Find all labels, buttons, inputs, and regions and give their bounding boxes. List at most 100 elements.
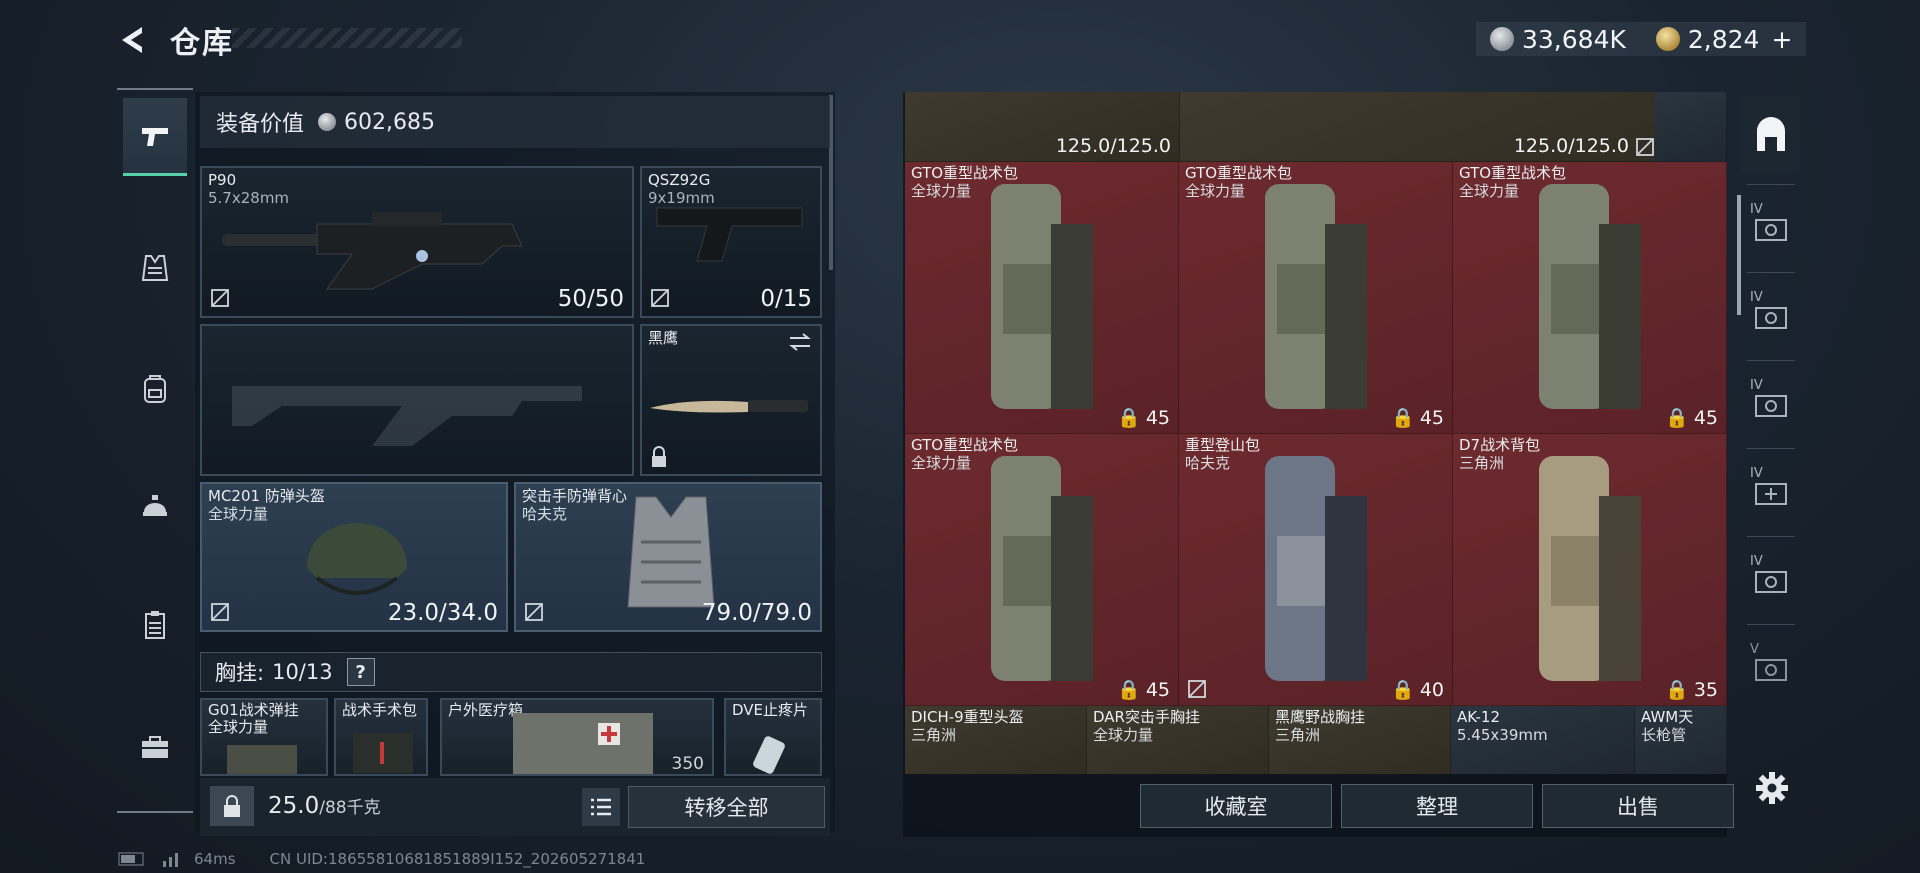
nav-divider	[117, 88, 193, 90]
no-insurance-icon	[211, 603, 229, 621]
storage-item[interactable]: DAR突击手胸挂 全球力量	[1087, 706, 1269, 774]
list-view-button[interactable]	[582, 788, 620, 826]
tab-level: IV	[1750, 378, 1763, 393]
tab-level: IV	[1750, 554, 1763, 569]
helmet-slot[interactable]: MC201 防弹头盔 全球力量 23.0/34.0	[200, 482, 508, 632]
weight-value: 25.0	[268, 793, 320, 819]
melee-slot[interactable]: 黑鹰	[640, 324, 822, 476]
backpack-image	[1265, 456, 1367, 681]
chest-item-slot[interactable]: 户外医疗箱 350	[440, 698, 714, 776]
storage-item[interactable]: GTO重型战术包 全球力量 🔒 45	[905, 434, 1179, 706]
nav-toolbox[interactable]	[123, 708, 187, 786]
item-faction: 全球力量	[911, 454, 972, 472]
ammo-count: 50/50	[557, 286, 624, 312]
nav-divider	[117, 811, 193, 813]
transfer-all-button[interactable]: 转移全部	[628, 786, 825, 828]
primary-weapon-slot[interactable]: P90 5.7x28mm 50/50	[200, 166, 634, 318]
chest-item-slot[interactable]: G01战术弹挂 全球力量	[200, 698, 328, 776]
chest-item-slot[interactable]: 战术手术包	[334, 698, 428, 776]
no-insurance-icon	[211, 289, 229, 307]
armor-name: 突击手防弹背心	[522, 487, 628, 505]
storage-item[interactable]: AK-12 5.45x39mm	[1451, 706, 1635, 774]
collection-room-button[interactable]: 收藏室	[1140, 784, 1332, 828]
nav-weapons[interactable]	[123, 98, 187, 176]
ping: 64ms	[194, 850, 236, 868]
storage-scrollbar[interactable]	[1737, 195, 1741, 315]
page-title: 仓库	[170, 26, 234, 61]
tab-level: IV	[1750, 466, 1763, 481]
weight-lock-icon: 🔒	[1391, 679, 1415, 701]
left-category-nav	[115, 88, 195, 813]
item-name: D7战术背包	[1459, 436, 1541, 454]
organize-button[interactable]: 整理	[1341, 784, 1533, 828]
item-faction: 三角洲	[1459, 454, 1505, 472]
storage-item[interactable]: GTO重型战术包 全球力量 🔒 45	[905, 162, 1179, 434]
storage-item[interactable]: GTO重型战术包 全球力量 🔒 45	[1179, 162, 1453, 434]
item-name: G01战术弹挂	[208, 701, 299, 719]
tab-storage-5[interactable]: IV	[1742, 540, 1800, 618]
help-button[interactable]: ?	[346, 658, 375, 686]
sell-button[interactable]: 出售	[1542, 784, 1734, 828]
storage-item[interactable]: AWM天 长枪管	[1635, 706, 1727, 774]
weight-lock-icon: 🔒	[1391, 407, 1415, 429]
chest-rig-bar: 胸挂: 10/13 ?	[200, 652, 822, 692]
storage-item[interactable]: DICH-9重型头盔 三角洲	[905, 706, 1087, 774]
helmet-image	[307, 523, 407, 595]
item-name: AK-12	[1457, 708, 1501, 726]
storage-item[interactable]: 黑鹰野战胸挂 三角洲	[1269, 706, 1451, 774]
add-currency-button[interactable]: +	[1771, 25, 1792, 54]
storage-item[interactable]: GTO重型战术包 全球力量 🔒 45	[1453, 162, 1727, 434]
secondary-weapon-slot[interactable]: QSZ92G 9x19mm 0/15	[640, 166, 822, 318]
empty-weapon-slot[interactable]	[200, 324, 634, 476]
nav-backpack[interactable]	[123, 350, 187, 428]
no-insurance-icon	[525, 603, 543, 621]
tab-storage-4[interactable]: IV	[1742, 452, 1800, 530]
nav-vest[interactable]	[123, 230, 187, 308]
pill-bottle-image	[753, 736, 785, 774]
storage-item[interactable]: 125.0/125.0	[1180, 92, 1726, 162]
tab-storage-2[interactable]: IV	[1742, 276, 1800, 354]
backpack-icon	[144, 375, 166, 403]
storage-item[interactable]: 125.0/125.0	[905, 92, 1180, 162]
storage-item[interactable]: D7战术背包 三角洲 🔒 35	[1453, 434, 1727, 706]
item-count: 350	[671, 754, 704, 774]
tab-divider	[1747, 624, 1795, 625]
pistol-icon	[142, 127, 168, 146]
clipboard-icon	[145, 611, 165, 639]
armor-slot[interactable]: 突击手防弹背心 哈夫克 79.0/79.0	[514, 482, 822, 632]
status-line: 64ms CN UID:18655810681851889I152_202605…	[118, 850, 645, 868]
home-shelter-icon	[1757, 117, 1785, 151]
nav-chest-rig[interactable]	[123, 586, 187, 664]
chest-item-slot[interactable]: DVE止疼片	[724, 698, 822, 776]
equipment-value-label: 装备价值	[216, 112, 305, 137]
capacity-value: 125.0/125.0	[1513, 135, 1629, 157]
capacity-value: 35	[1693, 678, 1718, 701]
tab-divider	[1747, 536, 1795, 537]
tab-shelter[interactable]	[1742, 96, 1800, 174]
medical-box-image	[513, 713, 653, 774]
storage-item[interactable]: 重型登山包 哈夫克 🔒 40	[1179, 434, 1453, 706]
storage-tabs: IV IV IV IV IV V	[1742, 96, 1800, 736]
chevron-left-icon	[122, 27, 142, 53]
capacity-value: 45	[1145, 406, 1170, 429]
item-faction: 全球力量	[1185, 182, 1246, 200]
durability: 23.0/34.0	[387, 600, 498, 626]
storage-item[interactable]	[1655, 92, 1727, 162]
tab-storage-1[interactable]: IV	[1742, 188, 1800, 266]
tab-storage-6[interactable]: V	[1742, 628, 1800, 706]
gold-coin-icon	[1655, 27, 1680, 51]
swap-arrows-icon[interactable]	[788, 332, 812, 352]
item-name: DVE止疼片	[732, 701, 809, 719]
chest-rig-capacity: 10/13	[272, 660, 333, 684]
lock-button[interactable]	[210, 786, 254, 826]
settings-gear-icon[interactable]	[1754, 770, 1790, 806]
lock-icon	[652, 446, 666, 467]
weight-lock-icon: 🔒	[1665, 407, 1689, 429]
tab-storage-3[interactable]: IV	[1742, 364, 1800, 442]
capacity: 🔒 45	[1117, 678, 1170, 702]
nav-helmet[interactable]	[123, 468, 187, 546]
gold-amount: 2,824	[1687, 24, 1760, 54]
back-button[interactable]	[115, 22, 151, 58]
tab-level: V	[1750, 642, 1759, 657]
item-faction: 全球力量	[911, 182, 972, 200]
